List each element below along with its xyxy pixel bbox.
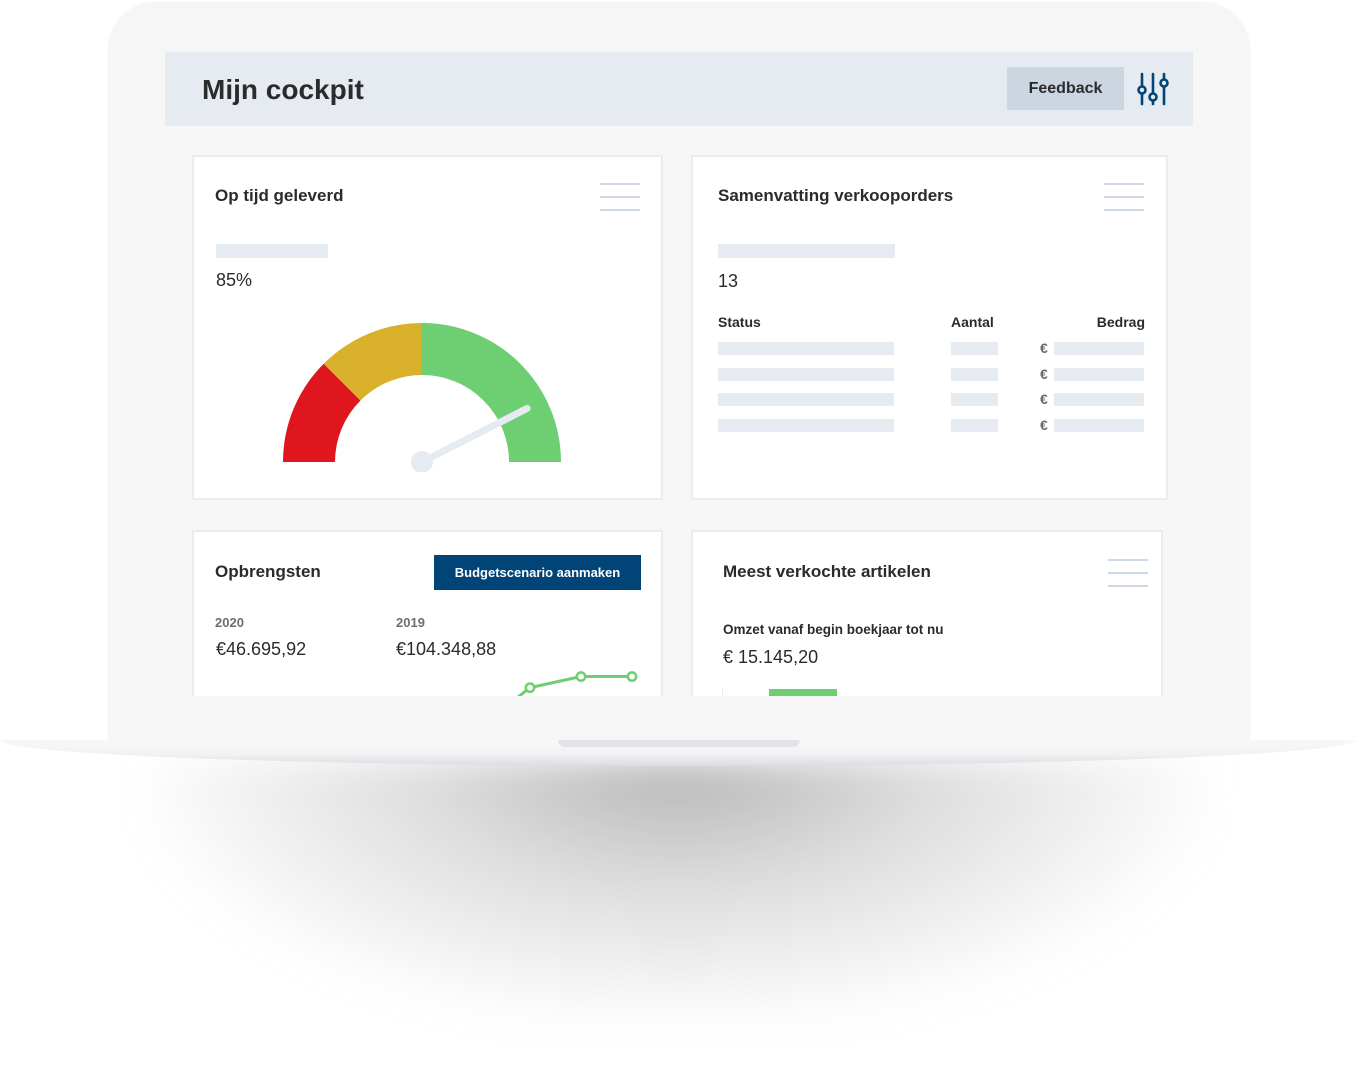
card-title: Meest verkochte artikelen bbox=[723, 562, 931, 581]
skeleton-label bbox=[216, 244, 328, 258]
revenue-trend-chart bbox=[516, 671, 638, 696]
quantity-cell bbox=[951, 342, 998, 355]
laptop-notch bbox=[558, 740, 800, 747]
revenue-card: Opbrengsten Budgetscenario aanmaken 2020… bbox=[192, 530, 663, 696]
hamburger-icon[interactable] bbox=[1108, 559, 1148, 589]
skeleton-label bbox=[718, 244, 895, 258]
bar-chart-axis bbox=[722, 689, 723, 696]
on-time-value: 85% bbox=[216, 270, 253, 290]
quantity-cell bbox=[951, 418, 998, 432]
quantity-cell bbox=[951, 367, 998, 381]
on-time-card: Op tijd geleverd 85% bbox=[192, 155, 663, 500]
card-title: Opbrengsten bbox=[215, 562, 321, 581]
sales-orders-card: Samenvatting verkooporders 13 Status Aan… bbox=[691, 155, 1168, 500]
year-label-2020: 2020 bbox=[215, 615, 244, 630]
column-header-aantal: Aantal bbox=[951, 314, 994, 330]
amount-cell bbox=[1054, 342, 1144, 355]
column-header-bedrag: Bedrag bbox=[1096, 314, 1145, 330]
sliders-icon[interactable] bbox=[1137, 72, 1169, 106]
revenue-2020-value: €46.695,92 bbox=[216, 639, 307, 659]
dashboard-screen: Mijn cockpit Feedback Op tijd geleverd 8… bbox=[165, 52, 1193, 696]
trend-point bbox=[575, 671, 587, 682]
hamburger-icon[interactable] bbox=[600, 183, 640, 213]
year-label-2019: 2019 bbox=[396, 615, 425, 630]
status-cell bbox=[718, 418, 894, 432]
best-sellers-card: Meest verkochte artikelen Omzet vanaf be… bbox=[691, 530, 1163, 696]
status-cell bbox=[718, 367, 894, 381]
best-sellers-subtitle: Omzet vanaf begin boekjaar tot nu bbox=[723, 622, 944, 637]
feedback-button[interactable]: Feedback bbox=[1007, 67, 1124, 110]
hamburger-icon[interactable] bbox=[1104, 183, 1144, 213]
euro-symbol: € bbox=[1040, 365, 1048, 382]
trend-point bbox=[524, 682, 536, 694]
bar-chart-bar bbox=[769, 689, 837, 696]
sales-orders-count: 13 bbox=[718, 271, 739, 291]
trend-point bbox=[626, 671, 638, 682]
gauge-segment-green bbox=[422, 323, 561, 462]
amount-cell bbox=[1054, 367, 1144, 381]
euro-symbol: € bbox=[1040, 340, 1048, 356]
quantity-cell bbox=[951, 393, 998, 406]
status-cell bbox=[718, 393, 894, 406]
create-budget-scenario-button[interactable]: Budgetscenario aanmaken bbox=[434, 555, 641, 590]
laptop-shadow bbox=[150, 760, 1206, 1020]
best-sellers-value: € 15.145,20 bbox=[723, 647, 819, 667]
top-bar: Mijn cockpit Feedback bbox=[165, 52, 1193, 126]
card-title: Op tijd geleverd bbox=[215, 186, 344, 205]
page-title: Mijn cockpit bbox=[202, 74, 364, 105]
revenue-2019-value: €104.348,88 bbox=[396, 639, 497, 659]
euro-symbol: € bbox=[1040, 391, 1048, 407]
status-cell bbox=[718, 342, 894, 355]
euro-symbol: € bbox=[1040, 416, 1048, 433]
gauge-chart bbox=[283, 323, 561, 472]
amount-cell bbox=[1054, 418, 1144, 432]
trend-line bbox=[516, 675, 632, 696]
card-title: Samenvatting verkooporders bbox=[718, 186, 954, 205]
column-header-status: Status bbox=[718, 314, 761, 330]
amount-cell bbox=[1054, 393, 1144, 406]
gauge-needle-hub bbox=[411, 451, 433, 472]
